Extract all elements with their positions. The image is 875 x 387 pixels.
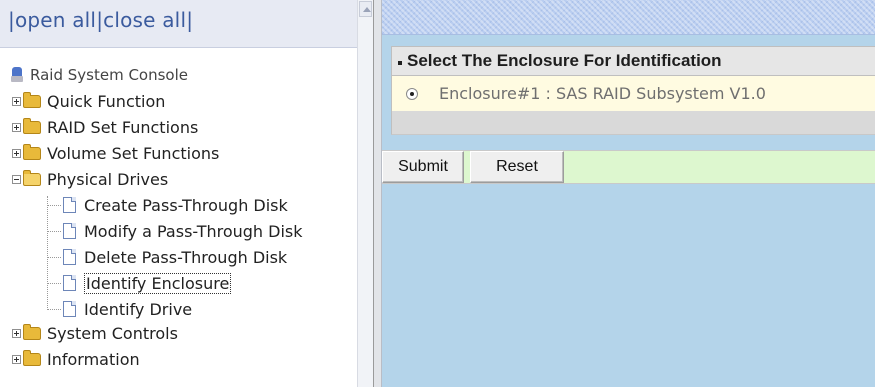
tree-item-raid-set-functions[interactable]: RAID Set Functions bbox=[12, 114, 198, 140]
open-all-link[interactable]: open all bbox=[15, 8, 96, 32]
tree-branch-line bbox=[47, 308, 61, 310]
tree-item-information[interactable]: Information bbox=[12, 346, 140, 372]
tree-item-label: Create Pass-Through Disk bbox=[84, 195, 288, 215]
page-icon bbox=[63, 197, 76, 213]
expand-plus-icon[interactable] bbox=[12, 96, 21, 106]
tree-item-label: System Controls bbox=[47, 323, 178, 343]
tree-item-physical-drives[interactable]: Physical Drives bbox=[12, 166, 168, 192]
submit-button[interactable]: Submit bbox=[382, 151, 464, 183]
tree-item-label: Delete Pass-Through Disk bbox=[84, 247, 288, 267]
reset-button[interactable]: Reset bbox=[470, 151, 564, 183]
page-icon bbox=[63, 275, 76, 291]
tree-item-quick-function[interactable]: Quick Function bbox=[12, 88, 165, 114]
enclosure-radio-button[interactable] bbox=[406, 87, 418, 100]
folder-icon bbox=[23, 143, 41, 160]
tree-item-label: Physical Drives bbox=[47, 169, 169, 189]
enclosure-option-label: Enclosure#1 : SAS RAID Subsystem V1.0 bbox=[439, 84, 766, 103]
tree-branch-line bbox=[47, 282, 61, 284]
panel-title: Select The Enclosure For Identification bbox=[407, 51, 722, 70]
folder-icon bbox=[23, 349, 41, 366]
tree-item-create-pass-through-disk[interactable]: Create Pass-Through Disk bbox=[47, 192, 288, 218]
tree-branch-line bbox=[47, 256, 61, 258]
bullet-icon bbox=[398, 61, 402, 65]
page-icon bbox=[63, 301, 76, 317]
folder-icon bbox=[23, 117, 41, 134]
tree-item-label: Information bbox=[47, 349, 140, 369]
folder-icon bbox=[23, 323, 41, 340]
tree-item-label: Identify Drive bbox=[84, 299, 193, 319]
tree-item-system-controls[interactable]: System Controls bbox=[12, 320, 178, 346]
tree-item-label: Modify a Pass-Through Disk bbox=[84, 221, 303, 241]
content-pane: Select The Enclosure For Identification … bbox=[374, 0, 875, 387]
tree-toolbar: |open all|close all| bbox=[0, 0, 360, 48]
tree-item-label: Volume Set Functions bbox=[47, 143, 220, 163]
scroll-up-arrow-icon[interactable] bbox=[359, 1, 372, 17]
expand-collapse-links: |open all|close all| bbox=[8, 8, 194, 32]
expand-plus-icon[interactable] bbox=[12, 328, 21, 338]
close-all-link[interactable]: close all bbox=[103, 8, 186, 32]
tree-root-label: Raid System Console bbox=[30, 66, 188, 84]
expand-plus-icon[interactable] bbox=[12, 122, 21, 132]
expand-plus-icon[interactable] bbox=[12, 354, 21, 364]
tree-item-volume-set-functions[interactable]: Volume Set Functions bbox=[12, 140, 219, 166]
collapse-minus-icon[interactable] bbox=[12, 174, 21, 184]
open-folder-icon bbox=[23, 169, 41, 186]
tree-item-identify-drive[interactable]: Identify Drive bbox=[47, 296, 192, 322]
tree-item-delete-pass-through-disk[interactable]: Delete Pass-Through Disk bbox=[47, 244, 287, 270]
tree-item-label: RAID Set Functions bbox=[47, 117, 199, 137]
tree-root-raid-console[interactable]: Raid System Console bbox=[10, 64, 188, 86]
content-banner bbox=[374, 0, 875, 35]
tree-branch-line bbox=[47, 230, 61, 232]
raid-console-icon bbox=[10, 67, 24, 83]
tree-scrollbar[interactable] bbox=[357, 0, 373, 387]
tree-branch-line bbox=[47, 204, 61, 206]
panel-header: Select The Enclosure For Identification bbox=[391, 46, 875, 76]
enclosure-selection-panel: Select The Enclosure For Identification … bbox=[391, 46, 875, 135]
page-icon bbox=[63, 249, 76, 265]
form-button-row: Submit Reset bbox=[382, 150, 875, 184]
page-icon bbox=[63, 223, 76, 239]
expand-plus-icon[interactable] bbox=[12, 148, 21, 158]
panel-footer-bar bbox=[391, 111, 875, 135]
tree-item-label: Quick Function bbox=[47, 91, 166, 111]
tree-item-identify-enclosure[interactable]: Identify Enclosure bbox=[47, 270, 232, 296]
frame-divider[interactable] bbox=[374, 0, 382, 387]
tree-item-label-selected: Identify Enclosure bbox=[84, 272, 232, 294]
navigation-tree-pane: |open all|close all| Raid System Console… bbox=[0, 0, 374, 387]
folder-icon bbox=[23, 91, 41, 108]
enclosure-option-row[interactable]: Enclosure#1 : SAS RAID Subsystem V1.0 bbox=[391, 76, 875, 111]
tree-item-modify-pass-through-disk[interactable]: Modify a Pass-Through Disk bbox=[47, 218, 303, 244]
